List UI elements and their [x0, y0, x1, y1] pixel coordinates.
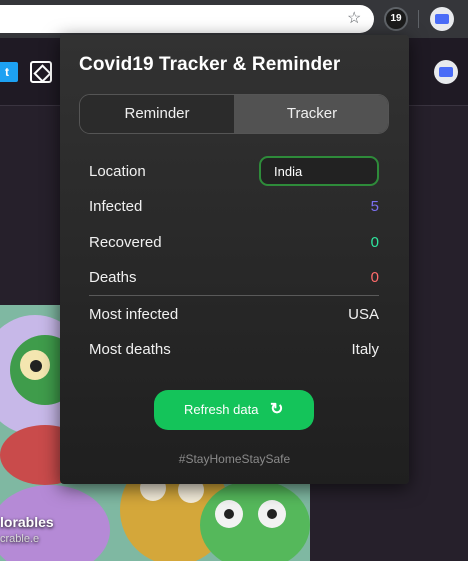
infected-value: 5	[370, 198, 379, 215]
browser-toolbar: ☆ 19	[0, 0, 468, 38]
extension-popup: Covid19 Tracker & Reminder Reminder Trac…	[60, 35, 409, 484]
stat-row-deaths: Deaths 0	[89, 267, 379, 289]
tab-reminder[interactable]: Reminder	[80, 95, 234, 133]
most-infected-value: USA	[348, 306, 379, 323]
refresh-data-button[interactable]: Refresh data ↻	[154, 390, 314, 430]
refresh-button-label: Refresh data	[184, 402, 259, 417]
address-bar[interactable]	[0, 5, 374, 33]
covid-extension-icon[interactable]: 19	[384, 7, 408, 31]
most-deaths-row: Most deaths Italy	[89, 339, 379, 361]
recovered-label: Recovered	[89, 234, 162, 251]
most-deaths-value: Italy	[351, 341, 379, 358]
artwork-subtitle: crable.e	[0, 533, 40, 545]
deaths-value: 0	[370, 269, 379, 286]
profile-avatar-icon[interactable]	[430, 7, 454, 31]
stat-row-recovered: Recovered 0	[89, 232, 379, 254]
location-input[interactable]	[259, 156, 379, 186]
location-label: Location	[89, 163, 146, 180]
stat-row-infected: Infected 5	[89, 196, 379, 218]
tab-tracker[interactable]: Tracker	[234, 95, 388, 133]
popup-title: Covid19 Tracker & Reminder	[79, 54, 341, 75]
footer-hashtag: #StayHomeStaySafe	[178, 452, 291, 466]
bookmark-star-icon[interactable]: ☆	[347, 9, 361, 29]
artwork-title: lorables	[0, 514, 54, 530]
refresh-icon: ↻	[270, 401, 284, 418]
codepen-icon[interactable]	[30, 61, 52, 83]
tab-bar: Reminder Tracker	[79, 94, 389, 134]
most-deaths-label: Most deaths	[89, 341, 171, 358]
section-divider	[89, 295, 379, 296]
deaths-label: Deaths	[89, 269, 137, 286]
most-infected-row: Most infected USA	[89, 304, 379, 326]
toolbar-divider	[418, 10, 419, 28]
twitter-icon[interactable]: t	[0, 62, 18, 82]
recovered-value: 0	[370, 234, 379, 251]
site-avatar-icon[interactable]	[434, 60, 458, 84]
infected-label: Infected	[89, 198, 143, 215]
most-infected-label: Most infected	[89, 306, 179, 323]
